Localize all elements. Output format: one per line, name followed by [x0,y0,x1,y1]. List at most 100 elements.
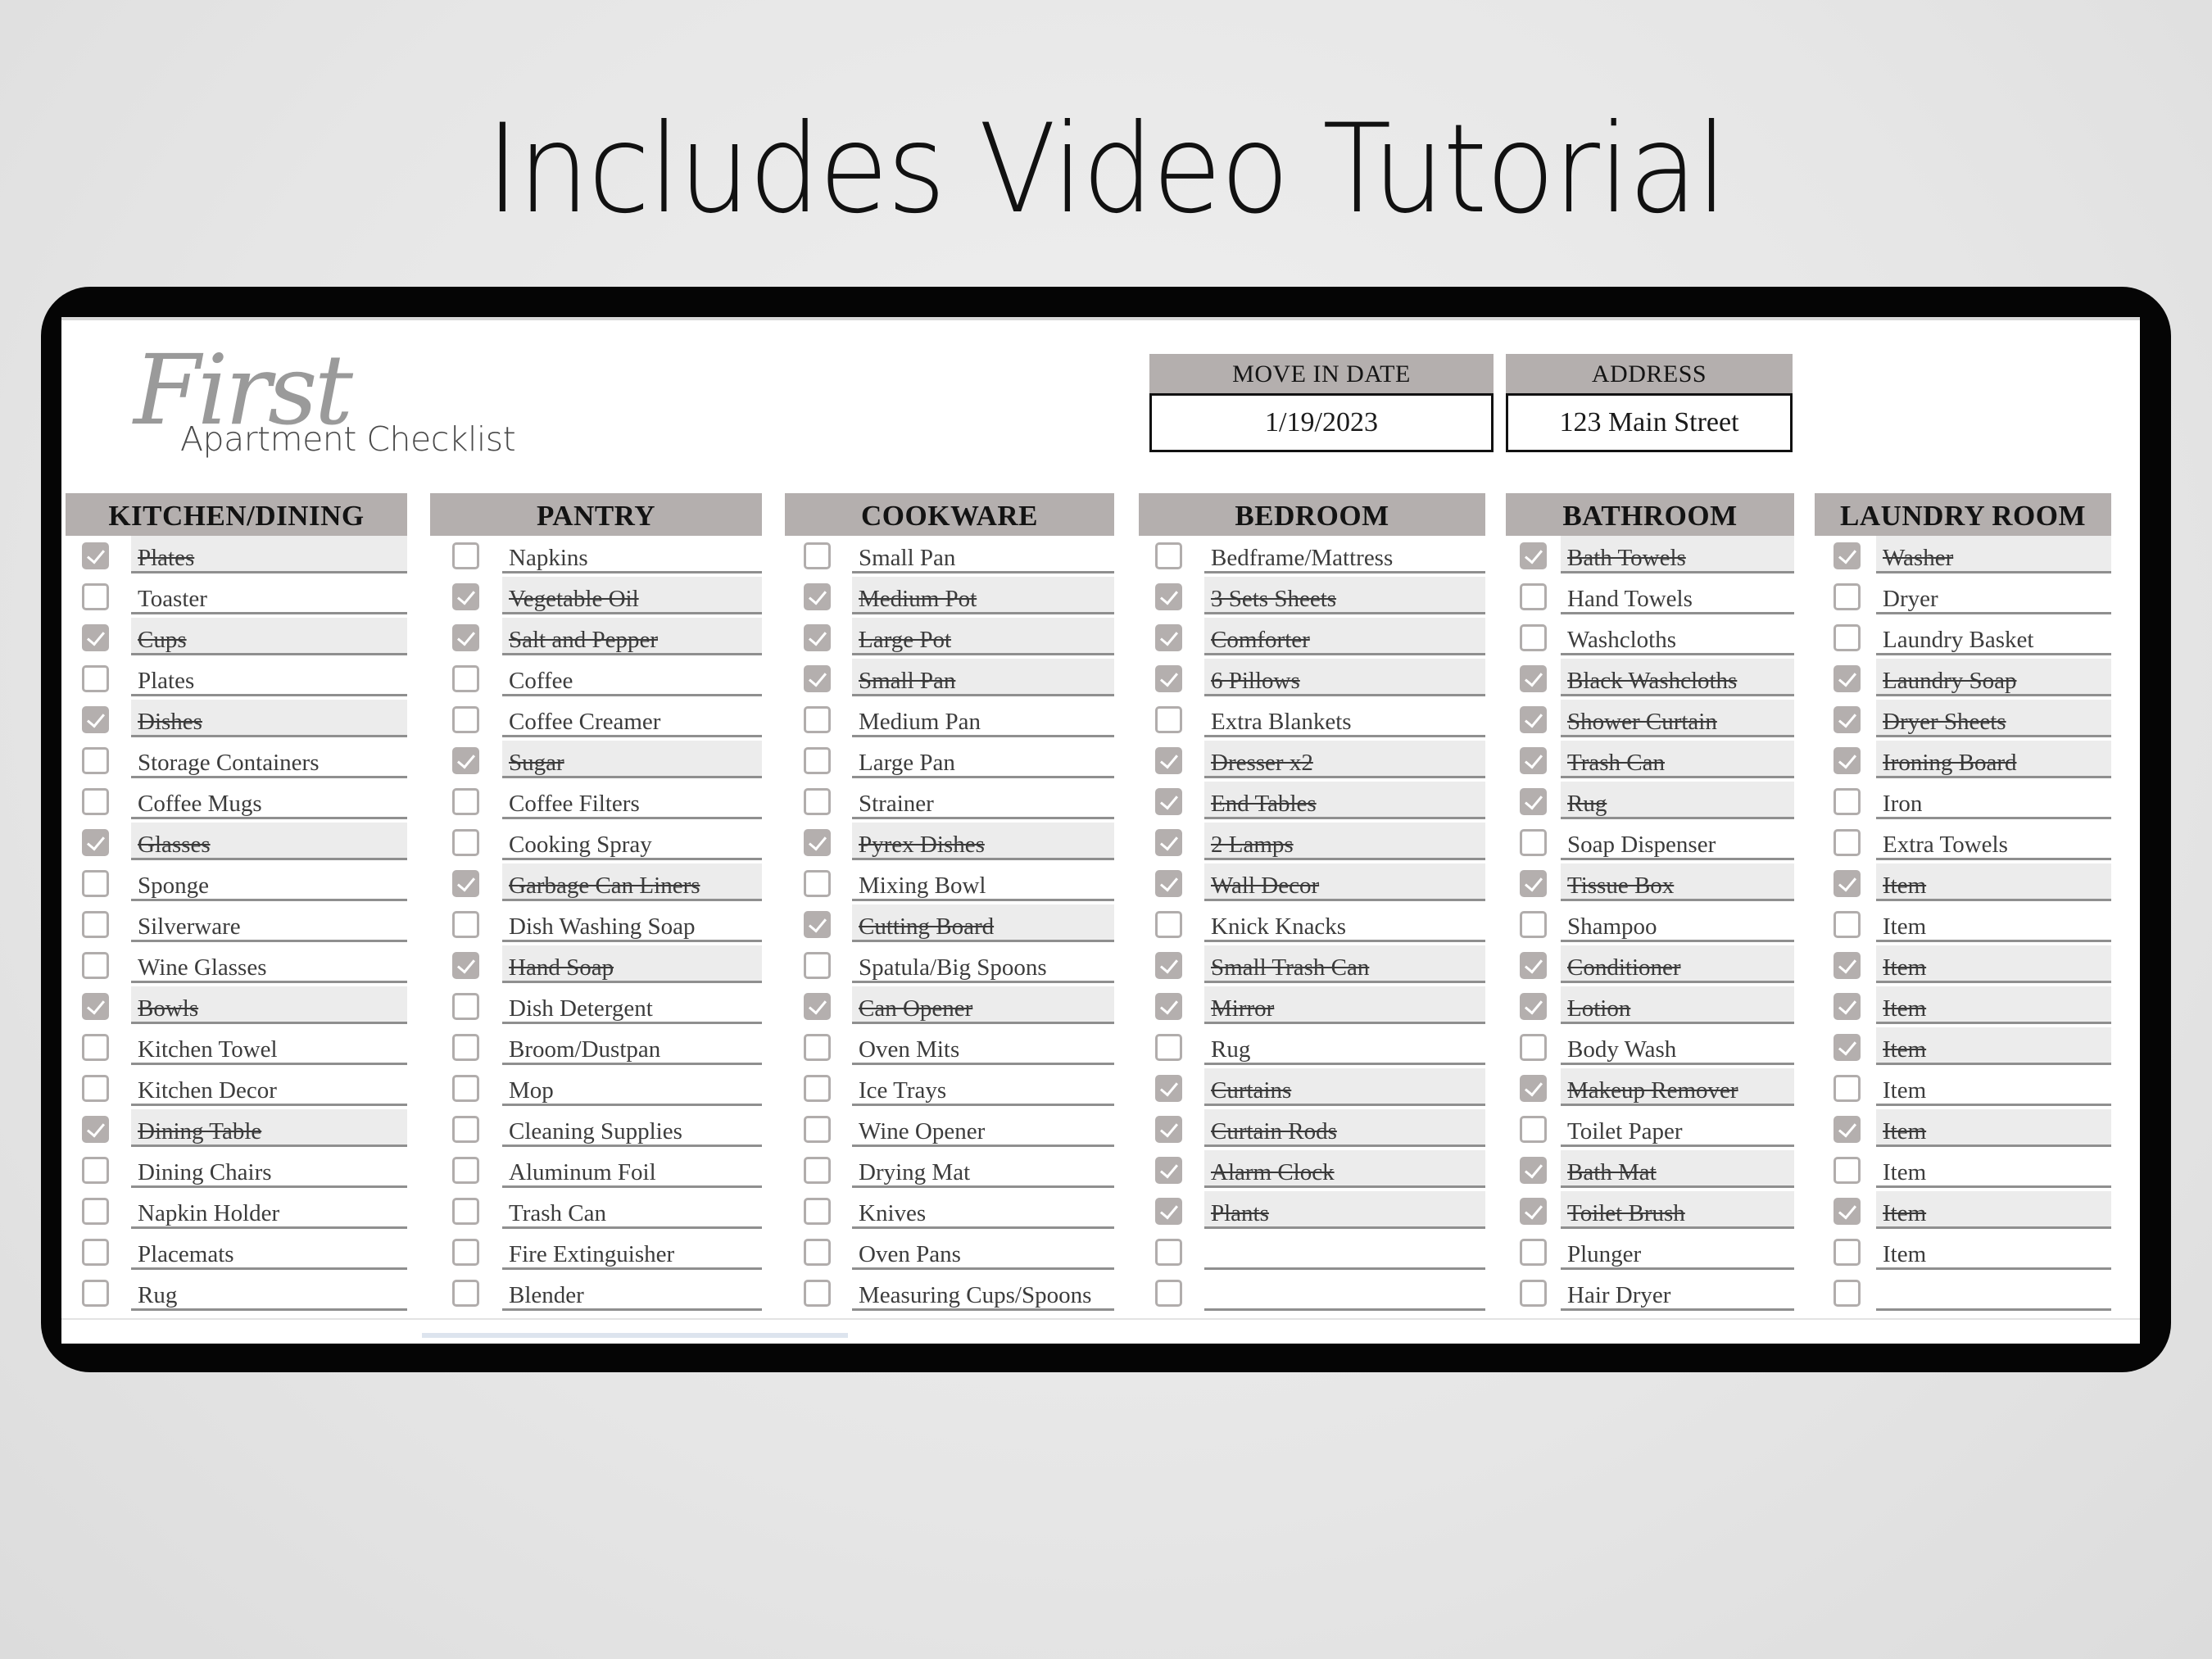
checkbox[interactable] [1834,952,1861,979]
item-label[interactable]: Bedframe/Mattress [1204,536,1485,573]
item-label[interactable]: Drying Mat [852,1150,1114,1188]
checkbox[interactable] [804,706,831,733]
checkbox[interactable] [804,1198,831,1225]
checkbox[interactable] [1520,1239,1547,1266]
item-label[interactable]: Shampoo [1561,904,1794,942]
item-label[interactable]: Dryer [1876,577,2111,614]
checkbox[interactable] [452,747,479,774]
item-label[interactable]: Broom/Dustpan [502,1027,762,1065]
item-label[interactable]: Item [1876,863,2111,901]
checkbox[interactable] [1834,747,1861,774]
checkbox[interactable] [1834,1116,1861,1143]
item-label[interactable]: Body Wash [1561,1027,1794,1065]
checkbox[interactable] [1834,1034,1861,1061]
item-label[interactable]: Medium Pot [852,577,1114,614]
item-label[interactable]: Coffee [502,659,762,696]
checkbox[interactable] [1520,665,1547,692]
item-label[interactable]: Trash Can [1561,741,1794,778]
item-label[interactable]: Large Pan [852,741,1114,778]
checkbox[interactable] [82,1280,109,1307]
checkbox[interactable] [1834,706,1861,733]
checkbox[interactable] [1834,1198,1861,1225]
item-label[interactable]: Alarm Clock [1204,1150,1485,1188]
item-label[interactable]: Soap Dispenser [1561,823,1794,860]
move-in-date-field[interactable]: 1/19/2023 [1149,393,1494,452]
checkbox[interactable] [452,1075,479,1102]
item-label[interactable]: Black Washcloths [1561,659,1794,696]
item-label[interactable]: Curtain Rods [1204,1109,1485,1147]
checkbox[interactable] [1834,1280,1861,1307]
checkbox[interactable] [804,829,831,856]
item-label[interactable]: Laundry Basket [1876,618,2111,655]
item-label[interactable]: Plates [131,659,407,696]
item-label[interactable]: Coffee Filters [502,782,762,819]
checkbox[interactable] [452,1034,479,1061]
checkbox[interactable] [1834,829,1861,856]
checkbox[interactable] [1155,747,1182,774]
checkbox[interactable] [452,788,479,815]
item-label[interactable]: Fire Extinguisher [502,1232,762,1270]
item-label[interactable]: Item [1876,945,2111,983]
item-label[interactable]: Salt and Pepper [502,618,762,655]
item-label[interactable]: Conditioner [1561,945,1794,983]
checkbox[interactable] [1834,1075,1861,1102]
checkbox[interactable] [1155,1198,1182,1225]
checkbox[interactable] [804,993,831,1020]
item-label[interactable]: Blender [502,1273,762,1311]
item-label[interactable]: Toilet Paper [1561,1109,1794,1147]
checkbox[interactable] [452,1116,479,1143]
item-label[interactable]: Dish Detergent [502,986,762,1024]
item-label[interactable]: Glasses [131,823,407,860]
item-label[interactable]: Pyrex Dishes [852,823,1114,860]
checkbox[interactable] [82,624,109,651]
checkbox[interactable] [1155,624,1182,651]
checkbox[interactable] [1155,829,1182,856]
item-label[interactable]: Kitchen Towel [131,1027,407,1065]
checkbox[interactable] [1834,665,1861,692]
item-label[interactable]: Toaster [131,577,407,614]
checkbox[interactable] [1520,583,1547,610]
item-label[interactable]: Curtains [1204,1068,1485,1106]
checkbox[interactable] [452,1239,479,1266]
checkbox[interactable] [452,624,479,651]
item-label[interactable]: Wall Decor [1204,863,1485,901]
item-label[interactable]: Plunger [1561,1232,1794,1270]
item-label[interactable]: Iron [1876,782,2111,819]
item-label[interactable]: Sugar [502,741,762,778]
checkbox[interactable] [82,952,109,979]
checkbox[interactable] [1155,706,1182,733]
checkbox[interactable] [452,911,479,938]
checkbox[interactable] [82,1239,109,1266]
checkbox[interactable] [452,1157,479,1184]
item-label[interactable]: Knick Knacks [1204,904,1485,942]
checkbox[interactable] [1155,993,1182,1020]
item-label[interactable]: Strainer [852,782,1114,819]
checkbox[interactable] [1155,1280,1182,1307]
checkbox[interactable] [1834,624,1861,651]
item-label[interactable]: Kitchen Decor [131,1068,407,1106]
item-label[interactable]: Mirror [1204,986,1485,1024]
item-label[interactable]: Bowls [131,986,407,1024]
item-label[interactable]: Cups [131,618,407,655]
checkbox[interactable] [1155,870,1182,897]
item-label[interactable]: Small Trash Can [1204,945,1485,983]
address-field[interactable]: 123 Main Street [1506,393,1793,452]
checkbox[interactable] [452,829,479,856]
item-label[interactable]: Item [1876,904,2111,942]
item-label[interactable]: Vegetable Oil [502,577,762,614]
item-label[interactable]: Cleaning Supplies [502,1109,762,1147]
item-label[interactable]: Shower Curtain [1561,700,1794,737]
item-label[interactable]: Dresser x2 [1204,741,1485,778]
checkbox[interactable] [82,870,109,897]
item-label[interactable]: Napkin Holder [131,1191,407,1229]
checkbox[interactable] [1834,1239,1861,1266]
item-label[interactable]: Silverware [131,904,407,942]
item-label[interactable]: End Tables [1204,782,1485,819]
checkbox[interactable] [1520,624,1547,651]
checkbox[interactable] [1834,993,1861,1020]
item-label[interactable]: 2 Lamps [1204,823,1485,860]
checkbox[interactable] [452,542,479,569]
item-label[interactable]: Bath Mat [1561,1150,1794,1188]
checkbox[interactable] [1834,870,1861,897]
item-label[interactable]: Makeup Remover [1561,1068,1794,1106]
